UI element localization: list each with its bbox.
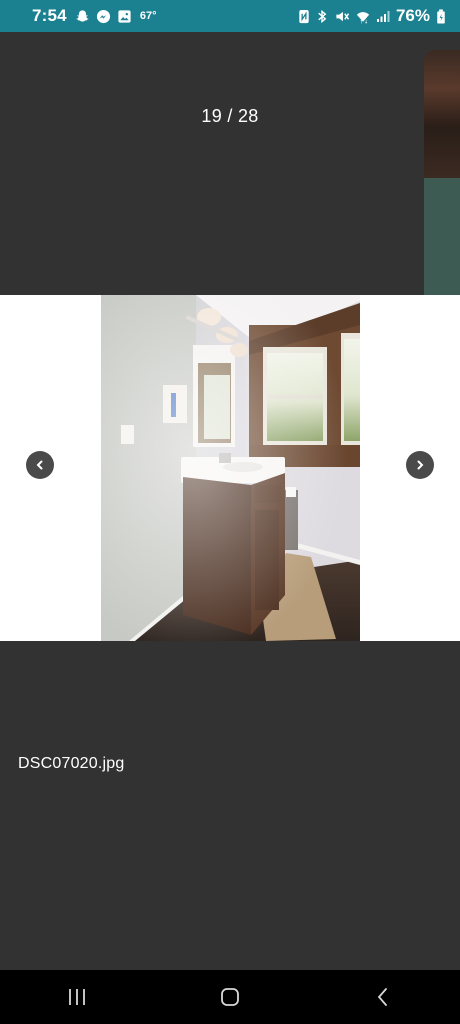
bathroom-photo[interactable] <box>101 295 360 641</box>
messenger-icon <box>96 9 111 24</box>
gallery-icon <box>117 9 132 24</box>
battery-icon <box>436 8 446 24</box>
chevron-left-icon <box>36 460 43 470</box>
mute-icon <box>334 9 350 24</box>
image-counter: 19 / 28 <box>201 106 259 126</box>
previous-image-button[interactable] <box>26 451 54 479</box>
snapchat-icon <box>75 9 90 24</box>
home-button[interactable] <box>190 977 270 1017</box>
next-image-thumbnail <box>424 50 460 178</box>
chevron-right-icon <box>417 460 424 470</box>
notification-icons: 67° <box>75 9 157 24</box>
signal-icon <box>376 9 390 23</box>
svg-text:↑↓: ↑↓ <box>359 19 368 24</box>
battery-percent: 76% <box>395 6 430 25</box>
system-navigation-bar <box>0 970 460 1024</box>
recent-apps-icon <box>68 989 85 1005</box>
image-file-name: DSC07020.jpg <box>18 755 125 772</box>
back-icon <box>378 988 388 1006</box>
bluetooth-icon <box>316 9 328 24</box>
nfc-icon <box>298 9 310 24</box>
back-button[interactable] <box>343 977 423 1017</box>
next-image-button[interactable] <box>406 451 434 479</box>
home-icon <box>221 988 239 1006</box>
system-status-icons: ↑↓ 76% <box>298 6 446 26</box>
status-bar: 7:54 67° ↑↓ 76% <box>0 0 460 32</box>
image-viewer-screen: 7:54 67° ↑↓ 76% 19 / 28 DSC07020.jpg <box>0 0 460 1024</box>
status-time: 7:54 <box>32 6 67 25</box>
wifi-icon: ↑↓ <box>356 9 370 24</box>
image-stage <box>0 295 460 641</box>
next-image-panel <box>424 178 460 304</box>
status-temperature: 67° <box>139 10 157 22</box>
next-image-preview[interactable] <box>424 50 460 304</box>
recent-apps-button[interactable] <box>37 977 117 1017</box>
